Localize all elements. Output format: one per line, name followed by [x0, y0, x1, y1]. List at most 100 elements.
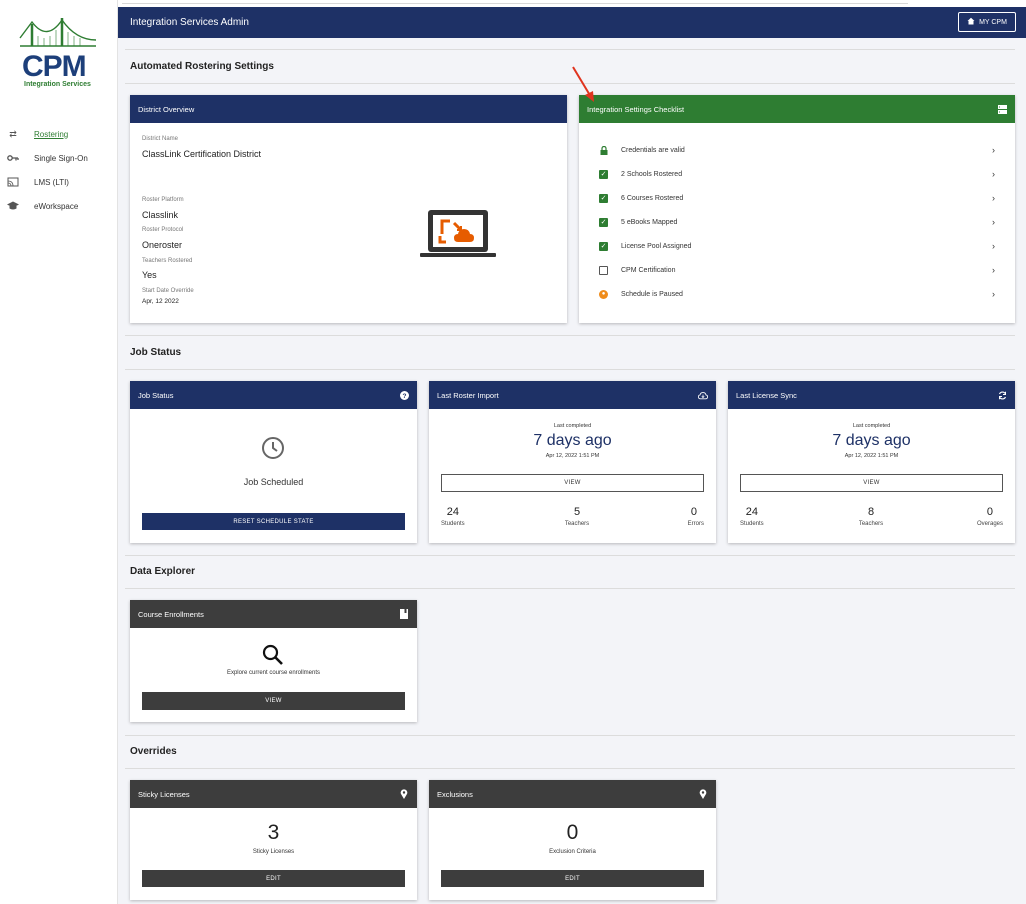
- top-strip: [0, 0, 1026, 7]
- section-title-rostering: Automated Rostering Settings: [130, 61, 274, 72]
- stat-overages: 0 Overages: [977, 506, 1003, 527]
- checklist-item-courses[interactable]: ✓ 6 Courses Rostered ›: [599, 191, 995, 205]
- stat-value: 24: [446, 506, 459, 518]
- search-icon: [262, 644, 283, 665]
- view-license-sync-button[interactable]: VIEW: [740, 474, 1003, 492]
- pin-icon: [698, 789, 708, 799]
- card-header: Course Enrollments: [130, 600, 417, 628]
- my-cpm-button[interactable]: MY CPM: [958, 12, 1016, 32]
- svg-text:?: ?: [402, 393, 406, 400]
- district-overview-card: District Overview District Name ClassLin…: [130, 95, 567, 323]
- help-icon[interactable]: ?: [399, 390, 409, 400]
- checklist-item-label: 2 Schools Rostered: [621, 170, 683, 178]
- sidebar-item-label: Single Sign-On: [34, 153, 88, 163]
- checkbox-checked-icon: ✓: [599, 241, 608, 251]
- card-title: Sticky Licenses: [138, 789, 190, 799]
- checklist-item-label: License Pool Assigned: [621, 242, 692, 250]
- last-completed-ago: 7 days ago: [832, 432, 911, 449]
- checklist-item-label: Schedule is Paused: [621, 290, 683, 298]
- roster-import-card: Last Roster Import Last completed 7 days…: [429, 381, 716, 543]
- stat-errors: 0 Errors: [688, 506, 704, 527]
- divider: [125, 369, 1015, 370]
- checklist-item-schools[interactable]: ✓ 2 Schools Rostered ›: [599, 167, 995, 181]
- checklist-item-schedule[interactable]: ● Schedule is Paused ›: [599, 287, 995, 301]
- sidebar-item-rostering[interactable]: ⇄ Rostering: [0, 122, 118, 146]
- teachers-rostered-label: Teachers Rostered: [142, 258, 193, 264]
- view-enrollments-button[interactable]: VIEW: [142, 692, 405, 710]
- card-title: Last Roster Import: [437, 390, 499, 400]
- card-header: Job Status ?: [130, 381, 417, 409]
- card-header: Last License Sync: [728, 381, 1015, 409]
- sidebar-item-label: Rostering: [34, 129, 69, 139]
- sidebar-item-sso[interactable]: Single Sign-On: [0, 146, 118, 170]
- chevron-right-icon: ›: [992, 289, 995, 299]
- cloud-download-icon: [698, 390, 708, 400]
- view-roster-import-button[interactable]: VIEW: [441, 474, 704, 492]
- checkbox-empty-icon: [599, 265, 608, 275]
- chevron-right-icon: ›: [992, 217, 995, 227]
- laptop-sync-icon: [420, 210, 496, 257]
- warning-icon: ●: [599, 289, 608, 299]
- last-completed-timestamp: Apr 12, 2022 1:51 PM: [545, 453, 600, 459]
- checklist-item-license-pool[interactable]: ✓ License Pool Assigned ›: [599, 239, 995, 253]
- divider: [125, 335, 1015, 336]
- roster-platform-value: Classlink: [142, 210, 179, 220]
- sidebar-item-label: LMS (LTI): [34, 177, 69, 187]
- card-title: Course Enrollments: [138, 609, 204, 619]
- pin-icon: [399, 789, 409, 799]
- sidebar-item-eworkspace[interactable]: eWorkspace: [0, 194, 118, 218]
- checklist-item-credentials[interactable]: Credentials are valid ›: [599, 143, 995, 157]
- stat-value: 24: [745, 506, 758, 518]
- checklist-item-label: 6 Courses Rostered: [621, 194, 684, 202]
- stat-label: Students: [441, 521, 465, 527]
- divider: [125, 49, 1015, 50]
- card-title: Job Status: [138, 390, 174, 400]
- sidebar-item-label: eWorkspace: [34, 201, 79, 211]
- divider: [125, 555, 1015, 556]
- top-app-bar: Integration Services Admin MY CPM: [118, 7, 1026, 38]
- edit-sticky-licenses-button[interactable]: EDIT: [142, 870, 405, 887]
- district-name-label: District Name: [142, 136, 179, 142]
- app-title: Integration Services Admin: [130, 17, 249, 28]
- enrollments-description: Explore current course enrollments: [226, 670, 321, 676]
- sidebar: CPM Integration Services ⇄ Rostering Sin…: [0, 0, 118, 904]
- stat-label: Errors: [687, 521, 704, 527]
- course-enrollments-card: Course Enrollments Explore current cours…: [130, 600, 417, 722]
- chevron-right-icon: ›: [992, 193, 995, 203]
- stat-label: Teachers: [858, 521, 884, 527]
- card-title: Exclusions: [437, 789, 473, 799]
- cast-icon: [6, 177, 20, 187]
- last-completed-label: Last completed: [553, 423, 592, 429]
- section-title-job-status: Job Status: [130, 347, 182, 358]
- card-title: Integration Settings Checklist: [587, 104, 685, 114]
- checklist-card: Integration Settings Checklist Credentia…: [579, 95, 1015, 323]
- stat-students: 24 Students: [740, 506, 764, 527]
- reset-schedule-button[interactable]: RESET SCHEDULE STATE: [142, 513, 405, 530]
- logo-subtitle: Integration Services: [24, 81, 91, 88]
- logo-text: CPM: [22, 50, 87, 83]
- exclusions-label: Exclusion Criteria: [549, 849, 596, 855]
- sidebar-item-lms[interactable]: LMS (LTI): [0, 170, 118, 194]
- stat-teachers: 5 Teachers: [554, 506, 600, 527]
- start-date-label: Start Date Override: [142, 288, 194, 294]
- last-completed-label: Last completed: [852, 423, 891, 429]
- stat-value: 8: [867, 506, 875, 518]
- exclusions-count: 0: [566, 821, 579, 844]
- stat-value: 0: [690, 506, 697, 518]
- card-header: Last Roster Import: [429, 381, 716, 409]
- card-header: District Overview: [130, 95, 567, 123]
- chevron-right-icon: ›: [992, 145, 995, 155]
- edit-exclusions-button[interactable]: EDIT: [441, 870, 704, 887]
- checklist-item-ebooks[interactable]: ✓ 5 eBooks Mapped ›: [599, 215, 995, 229]
- annotation-arrow-icon: [572, 66, 594, 102]
- chevron-right-icon: ›: [992, 169, 995, 179]
- key-icon: [6, 153, 20, 163]
- home-icon: [967, 17, 975, 27]
- section-title-data-explorer: Data Explorer: [130, 566, 196, 577]
- checkbox-checked-icon: ✓: [599, 169, 608, 179]
- stat-label: Teachers: [564, 521, 590, 527]
- stat-value: 0: [986, 506, 993, 518]
- checklist-item-certification[interactable]: CPM Certification ›: [599, 263, 995, 277]
- teachers-rostered-value: Yes: [142, 270, 157, 280]
- checklist-item-label: CPM Certification: [621, 266, 676, 274]
